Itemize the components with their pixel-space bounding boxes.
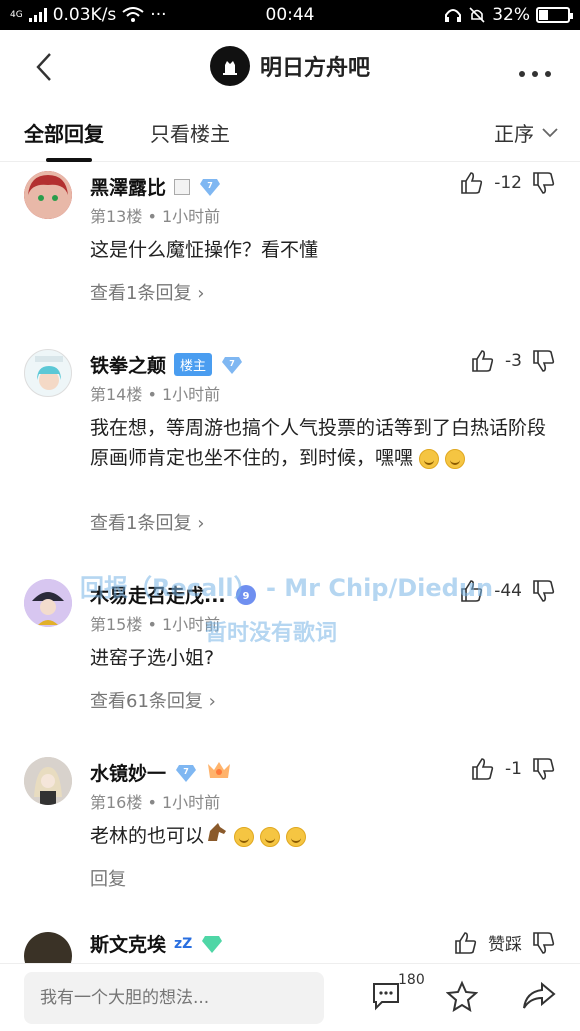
floor-time: 第15楼 • 1小时前 bbox=[90, 615, 221, 634]
thumbs-down-icon[interactable] bbox=[532, 757, 556, 781]
network-speed: 0.03K/s bbox=[52, 5, 117, 25]
share-icon[interactable] bbox=[522, 980, 556, 1012]
forum-title[interactable]: 明日方舟吧 bbox=[209, 46, 370, 86]
tab-all-replies[interactable]: 全部回复 bbox=[24, 118, 104, 147]
reply-content: 进窑子选小姐? bbox=[90, 647, 215, 669]
sort-dropdown[interactable]: 正序 bbox=[494, 118, 558, 147]
username[interactable]: 铁拳之颠 楼主 7 bbox=[90, 351, 244, 378]
thumbs-up-icon[interactable] bbox=[460, 171, 484, 195]
thumbs-down-icon[interactable] bbox=[532, 931, 556, 955]
svg-text:7: 7 bbox=[229, 359, 235, 368]
vote-score: -44 bbox=[494, 581, 522, 601]
sleep-zz: zZ bbox=[174, 935, 193, 952]
star-icon[interactable] bbox=[446, 980, 478, 1012]
headphone-icon bbox=[445, 9, 462, 22]
view-replies-link[interactable]: 查看61条回复 › bbox=[90, 687, 216, 713]
horse-emoji-icon bbox=[204, 821, 228, 852]
lyrics-overlay-title: 回报（Recall） - Mr Chip/Diedun bbox=[80, 574, 494, 602]
level-badge-icon bbox=[200, 933, 224, 955]
avatar[interactable] bbox=[24, 171, 72, 219]
reply-link[interactable]: 回复 bbox=[90, 865, 126, 891]
username[interactable]: 黑澤露比 7 bbox=[90, 173, 222, 200]
reply-input[interactable] bbox=[24, 972, 324, 1024]
reply-feed[interactable]: 黑澤露比 7 第13楼 • 1小时前 这是什么魔怔操作？看不懂 查看1条回复 ›… bbox=[0, 163, 580, 963]
status-bar: 4G 0.03K/s ··· 00:44 32% bbox=[0, 0, 580, 30]
lyrics-overlay-subtitle: 暂时没有歌词 bbox=[205, 621, 338, 646]
avatar[interactable] bbox=[24, 579, 72, 627]
thumbs-up-icon[interactable] bbox=[471, 349, 495, 373]
thumbs-up-icon[interactable] bbox=[471, 757, 495, 781]
smile-emoji-icon bbox=[445, 448, 466, 469]
member-checkbox-icon bbox=[174, 178, 191, 195]
chevron-right-icon: › bbox=[197, 283, 205, 304]
signal-icon bbox=[28, 8, 47, 22]
avatar[interactable] bbox=[24, 757, 72, 805]
host-badge: 楼主 bbox=[174, 353, 213, 376]
view-replies-link[interactable]: 查看1条回复 › bbox=[90, 509, 204, 535]
floor-time: 第14楼 • 1小时前 bbox=[90, 385, 221, 404]
vote-score: -1 bbox=[505, 759, 522, 779]
chevron-down-icon bbox=[542, 127, 558, 137]
battery-percent: 32% bbox=[492, 5, 530, 25]
floor-time: 第16楼 • 1小时前 bbox=[90, 793, 221, 812]
reply-tabs: 全部回复 只看楼主 正序 bbox=[0, 102, 580, 162]
wifi-icon bbox=[122, 7, 144, 22]
smile-emoji-icon bbox=[234, 826, 255, 847]
vote-score: -12 bbox=[494, 173, 522, 193]
vote-score: 赞踩 bbox=[488, 935, 522, 955]
sort-label: 正序 bbox=[494, 122, 534, 146]
chevron-right-icon: › bbox=[208, 691, 216, 712]
more-options-icon[interactable] bbox=[518, 52, 552, 85]
reply-content: 老林的也可以 bbox=[90, 821, 560, 852]
smile-emoji-icon bbox=[286, 826, 307, 847]
thumbs-down-icon[interactable] bbox=[532, 579, 556, 603]
username[interactable]: 水镜妙一 7 bbox=[90, 759, 232, 786]
avatar[interactable] bbox=[24, 349, 72, 397]
smile-emoji-icon bbox=[419, 448, 440, 469]
forum-title-text: 明日方舟吧 bbox=[259, 56, 370, 81]
vote-bar: 赞踩 bbox=[454, 930, 556, 955]
vote-bar: -3 bbox=[471, 349, 556, 373]
status-dots: ··· bbox=[150, 5, 167, 25]
network-type: 4G bbox=[10, 9, 23, 20]
username[interactable]: 斯文克埃 zZ bbox=[90, 930, 224, 957]
vote-bar: -12 bbox=[460, 171, 556, 195]
nav-bar: 明日方舟吧 bbox=[0, 30, 580, 102]
vote-bar: -1 bbox=[471, 757, 556, 781]
tab-host-only[interactable]: 只看楼主 bbox=[150, 118, 230, 147]
avatar[interactable] bbox=[24, 932, 72, 963]
forum-logo-icon bbox=[209, 46, 250, 86]
smile-emoji-icon bbox=[260, 826, 281, 847]
chevron-right-icon: › bbox=[197, 513, 205, 534]
back-icon[interactable] bbox=[30, 50, 60, 84]
bottom-bar: 180 bbox=[0, 963, 580, 1031]
reply-content: 这是什么魔怔操作？看不懂 bbox=[90, 239, 319, 261]
comment-count-badge: 180 bbox=[398, 972, 425, 988]
thumbs-down-icon[interactable] bbox=[532, 171, 556, 195]
reply-content: 我在想，等周游也搞个人气投票的话等到了白热话阶段原画师肯定也坐不住的，到时候，嘿… bbox=[90, 417, 547, 469]
view-replies-link[interactable]: 查看1条回复 › bbox=[90, 279, 204, 305]
vote-score: -3 bbox=[505, 351, 522, 371]
level-badge-icon: 7 bbox=[220, 354, 244, 376]
svg-text:7: 7 bbox=[183, 767, 189, 776]
thumbs-down-icon[interactable] bbox=[532, 349, 556, 373]
level-badge-icon: 7 bbox=[198, 176, 222, 198]
battery-icon bbox=[536, 7, 573, 23]
thumbs-up-icon[interactable] bbox=[454, 931, 478, 955]
floor-time: 第13楼 • 1小时前 bbox=[90, 207, 221, 226]
svg-text:7: 7 bbox=[207, 181, 213, 190]
level-badge-icon: 7 bbox=[174, 762, 198, 784]
mute-bell-icon bbox=[469, 7, 485, 23]
active-tab-indicator bbox=[46, 158, 92, 162]
fire-badge-icon bbox=[206, 760, 232, 785]
